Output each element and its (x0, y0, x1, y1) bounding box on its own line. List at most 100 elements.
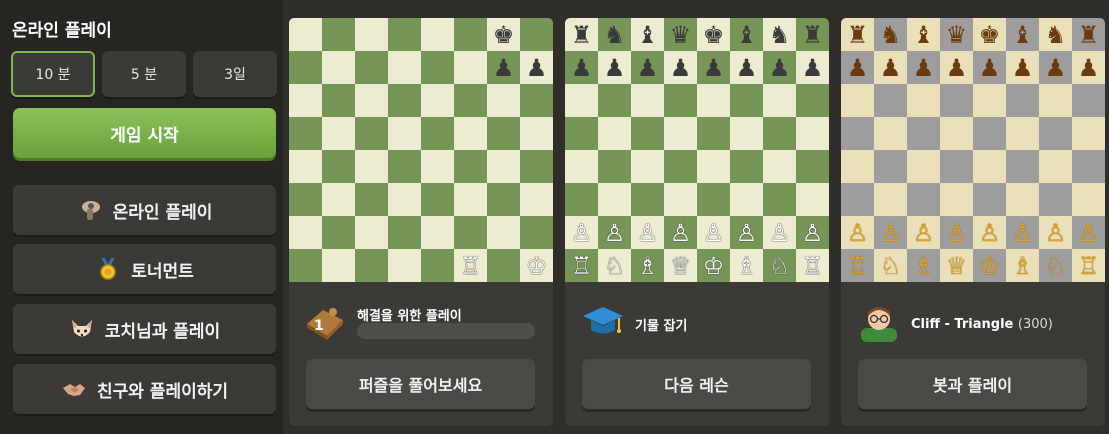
board-square[interactable]: ♔ (697, 249, 730, 282)
chess-piece[interactable]: ♕ (946, 254, 968, 278)
board-square[interactable] (520, 117, 553, 150)
board-square[interactable]: ♞ (763, 18, 796, 51)
board-square[interactable] (1072, 84, 1105, 117)
menu-play-friend[interactable]: 친구와 플레이하기 (13, 364, 276, 414)
chess-piece[interactable]: ♟ (637, 56, 659, 80)
board-square[interactable] (907, 150, 940, 183)
chess-piece[interactable]: ♙ (880, 221, 902, 245)
chess-piece[interactable]: ♘ (604, 254, 626, 278)
board-square[interactable]: ♙ (907, 216, 940, 249)
chess-piece[interactable]: ♟ (946, 56, 968, 80)
board-square[interactable]: ♛ (940, 18, 973, 51)
board-square[interactable] (1006, 183, 1039, 216)
board-square[interactable] (841, 150, 874, 183)
board-square[interactable]: ♝ (631, 18, 664, 51)
chess-piece[interactable]: ♞ (1045, 23, 1067, 47)
board-square[interactable] (487, 150, 520, 183)
board-square[interactable] (697, 183, 730, 216)
board-square[interactable] (454, 183, 487, 216)
board-square[interactable]: ♙ (730, 216, 763, 249)
board-square[interactable] (355, 84, 388, 117)
board-square[interactable]: ♞ (874, 18, 907, 51)
board-square[interactable] (289, 216, 322, 249)
chess-piece[interactable]: ♙ (979, 221, 1001, 245)
puzzle-board[interactable]: ♚ ♟ ♟ ♖ ♔ (289, 18, 553, 282)
board-square[interactable]: ♙ (565, 216, 598, 249)
board-square[interactable] (487, 117, 520, 150)
chess-piece[interactable]: ♟ (880, 56, 902, 80)
chess-piece[interactable]: ♙ (637, 221, 659, 245)
chess-piece[interactable]: ♙ (571, 221, 593, 245)
board-square[interactable] (1039, 117, 1072, 150)
chess-piece[interactable]: ♖ (571, 254, 593, 278)
board-square[interactable]: ♟ (631, 51, 664, 84)
play-bot-button[interactable]: 봇과 플레이 (858, 359, 1087, 409)
chess-piece[interactable]: ♙ (913, 221, 935, 245)
board-square[interactable] (1006, 84, 1039, 117)
board-square[interactable] (565, 117, 598, 150)
board-square[interactable]: ♜ (796, 18, 829, 51)
board-square[interactable] (289, 84, 322, 117)
chess-piece[interactable]: ♟ (802, 56, 824, 80)
board-square[interactable] (763, 150, 796, 183)
board-square[interactable] (940, 183, 973, 216)
chess-piece[interactable]: ♘ (880, 254, 902, 278)
chess-piece[interactable]: ♗ (913, 254, 935, 278)
board-square[interactable] (1039, 150, 1072, 183)
board-square[interactable] (454, 216, 487, 249)
board-square[interactable]: ♙ (697, 216, 730, 249)
chess-piece[interactable]: ♙ (946, 221, 968, 245)
time-control-10min[interactable]: 10 분 (11, 51, 95, 97)
board-square[interactable] (631, 150, 664, 183)
board-square[interactable] (841, 183, 874, 216)
board-square[interactable]: ♙ (1072, 216, 1105, 249)
board-square[interactable] (1072, 150, 1105, 183)
solve-puzzles-button[interactable]: 퍼즐을 풀어보세요 (306, 359, 535, 409)
chess-piece[interactable]: ♖ (802, 254, 824, 278)
board-square[interactable] (1006, 150, 1039, 183)
chess-piece[interactable]: ♙ (847, 221, 869, 245)
board-square[interactable]: ♜ (565, 18, 598, 51)
board-square[interactable] (355, 150, 388, 183)
chess-piece[interactable]: ♜ (1078, 23, 1100, 47)
chess-piece[interactable]: ♙ (736, 221, 758, 245)
chess-piece[interactable]: ♙ (1012, 221, 1034, 245)
board-square[interactable]: ♜ (841, 18, 874, 51)
lesson-board[interactable]: ♜ ♞ ♝ ♛ ♚ ♝ ♞ ♜ ♟ ♟ ♟ ♟ ♟ ♟ ♟ ♟ ♙ ♙ ♙ ♙ ♙ ♙ ♙ ♙ ♖ ♘ ♗ ♕ ♔ ♗ ♘ ♖ (565, 18, 829, 282)
board-square[interactable] (520, 18, 553, 51)
board-square[interactable] (874, 183, 907, 216)
board-square[interactable] (874, 117, 907, 150)
board-square[interactable]: ♕ (664, 249, 697, 282)
board-square[interactable]: ♖ (1072, 249, 1105, 282)
board-square[interactable] (421, 150, 454, 183)
board-square[interactable]: ♗ (730, 249, 763, 282)
board-square[interactable] (388, 216, 421, 249)
board-square[interactable] (907, 183, 940, 216)
board-square[interactable] (355, 117, 388, 150)
board-square[interactable] (421, 84, 454, 117)
board-square[interactable]: ♖ (841, 249, 874, 282)
chess-piece[interactable]: ♗ (637, 254, 659, 278)
board-square[interactable] (454, 51, 487, 84)
board-square[interactable] (355, 216, 388, 249)
board-square[interactable] (940, 150, 973, 183)
chess-piece[interactable]: ♟ (526, 56, 548, 80)
board-square[interactable] (907, 117, 940, 150)
board-square[interactable]: ♔ (520, 249, 553, 282)
chess-piece[interactable]: ♛ (670, 23, 692, 47)
board-square[interactable] (454, 18, 487, 51)
board-square[interactable]: ♟ (1039, 51, 1072, 84)
board-square[interactable] (289, 51, 322, 84)
board-square[interactable]: ♙ (973, 216, 1006, 249)
board-square[interactable]: ♟ (487, 51, 520, 84)
board-square[interactable] (973, 84, 1006, 117)
board-square[interactable] (487, 216, 520, 249)
board-square[interactable]: ♙ (598, 216, 631, 249)
board-square[interactable] (664, 150, 697, 183)
board-square[interactable] (730, 117, 763, 150)
board-square[interactable] (973, 117, 1006, 150)
board-square[interactable]: ♖ (796, 249, 829, 282)
board-square[interactable] (289, 18, 322, 51)
board-square[interactable]: ♚ (973, 18, 1006, 51)
chess-piece[interactable]: ♟ (979, 56, 1001, 80)
